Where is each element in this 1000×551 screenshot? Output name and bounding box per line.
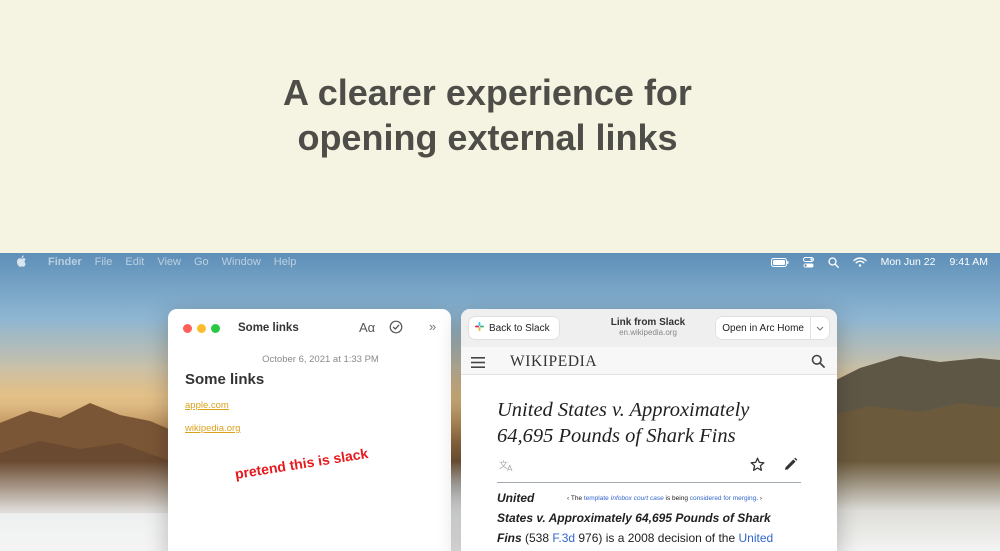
control-center-icon[interactable] bbox=[802, 256, 814, 268]
article-citation-link[interactable]: F.3d bbox=[552, 531, 575, 545]
article-title: United States v. Approximately 64,695 Po… bbox=[497, 399, 750, 447]
desktop-screenshot: Finder File Edit View Go Window Help Mon… bbox=[0, 253, 1000, 551]
slack-icon bbox=[475, 322, 484, 334]
menu-date[interactable]: Mon Jun 22 bbox=[881, 256, 936, 268]
note-heading: Some links bbox=[185, 371, 265, 388]
svg-text:A: A bbox=[507, 464, 513, 472]
link-source-url: en.wikipedia.org bbox=[619, 328, 677, 337]
note-timestamp: October 6, 2021 at 1:33 PM bbox=[262, 354, 379, 365]
article-citation-pre: (538 bbox=[521, 531, 553, 545]
note-link-wikipedia[interactable]: wikipedia.org bbox=[185, 423, 451, 434]
article-lead-word: United bbox=[497, 491, 535, 505]
battery-icon[interactable] bbox=[770, 257, 789, 267]
notes-toolbar: Some links Aα » bbox=[168, 309, 451, 347]
note-link-apple[interactable]: apple.com bbox=[185, 400, 451, 411]
wikipedia-logo[interactable]: WIKIPEDIA bbox=[510, 353, 597, 371]
article-body: United ‹ The template Infobox court case… bbox=[497, 491, 801, 545]
checklist-icon[interactable] bbox=[389, 320, 403, 339]
article-lead-line3: Fins (538 F.3d 976) is a 2008 decision o… bbox=[497, 531, 801, 545]
menu-edit[interactable]: Edit bbox=[125, 256, 144, 268]
menu-bar-status: Mon Jun 22 9:41 AM bbox=[757, 253, 988, 271]
menu-window[interactable]: Window bbox=[222, 256, 261, 268]
notes-window-title: Some links bbox=[238, 322, 299, 334]
menu-bar: Finder File Edit View Go Window Help Mon… bbox=[0, 253, 1000, 271]
menu-app-finder[interactable]: Finder bbox=[48, 256, 82, 268]
open-in-arc-label[interactable]: Open in Arc Home bbox=[716, 323, 810, 334]
wifi-icon[interactable] bbox=[852, 257, 867, 267]
hamburger-menu-icon[interactable] bbox=[471, 355, 485, 373]
notes-window: Some links Aα » October 6, 2021 at 1:33 … bbox=[168, 309, 451, 551]
wikipedia-header: WIKIPEDIA bbox=[461, 347, 837, 375]
article-citation-post: 976) is a 2008 decision of the bbox=[575, 531, 739, 545]
merge-notice-infobox[interactable]: Infobox court case bbox=[609, 495, 664, 502]
merge-notice-post: . › bbox=[756, 495, 763, 502]
article-lead-fins: Fins bbox=[497, 531, 522, 545]
translate-icon[interactable]: 文A bbox=[499, 459, 515, 477]
hero-section: A clearer experience for opening externa… bbox=[0, 0, 1000, 253]
annotation-label: pretend this is slack bbox=[233, 445, 370, 482]
zoom-button[interactable] bbox=[211, 323, 220, 333]
menu-time[interactable]: 9:41 AM bbox=[949, 256, 988, 268]
wiki-search-icon[interactable] bbox=[811, 354, 825, 373]
apple-icon[interactable] bbox=[16, 254, 30, 270]
link-source: Link from Slack en.wikipedia.org bbox=[603, 317, 693, 337]
merge-notice-link[interactable]: considered for merging bbox=[690, 495, 756, 502]
article-lead-line2: States v. Approximately 64,695 Pounds of… bbox=[497, 511, 771, 525]
arc-little-window: Back to Slack Link from Slack en.wikiped… bbox=[461, 309, 837, 551]
menu-view[interactable]: View bbox=[157, 256, 181, 268]
merge-notice-pre: ‹ The bbox=[567, 495, 584, 502]
format-text-button[interactable]: Aα bbox=[359, 320, 375, 335]
article-united-link[interactable]: United bbox=[739, 531, 774, 545]
edit-pencil-icon[interactable] bbox=[783, 457, 798, 477]
link-source-title: Link from Slack bbox=[610, 317, 686, 328]
back-to-slack-button[interactable]: Back to Slack bbox=[469, 317, 559, 339]
article-toolbar: 文A bbox=[497, 449, 801, 483]
close-button[interactable] bbox=[183, 323, 192, 333]
more-toolbar-button[interactable]: » bbox=[429, 319, 436, 334]
merge-notice-mid: is being bbox=[663, 495, 690, 502]
menu-file[interactable]: File bbox=[95, 256, 113, 268]
back-to-slack-label: Back to Slack bbox=[489, 322, 550, 334]
arc-toolbar: Back to Slack Link from Slack en.wikiped… bbox=[461, 309, 837, 347]
menu-go[interactable]: Go bbox=[194, 256, 209, 268]
menu-help[interactable]: Help bbox=[274, 256, 297, 268]
minimize-button[interactable] bbox=[197, 323, 206, 333]
star-icon[interactable] bbox=[750, 457, 765, 477]
merge-notice: ‹ The template Infobox court case is bei… bbox=[567, 495, 762, 502]
hero-headline: A clearer experience for opening externa… bbox=[0, 70, 975, 160]
hero-headline-line2: opening external links bbox=[297, 117, 678, 158]
chevron-down-icon[interactable] bbox=[811, 324, 829, 333]
open-in-arc-button[interactable]: Open in Arc Home bbox=[716, 317, 829, 339]
merge-notice-template-link[interactable]: template bbox=[584, 495, 609, 502]
search-icon[interactable] bbox=[827, 256, 839, 268]
hero-headline-line1: A clearer experience for bbox=[283, 72, 692, 113]
